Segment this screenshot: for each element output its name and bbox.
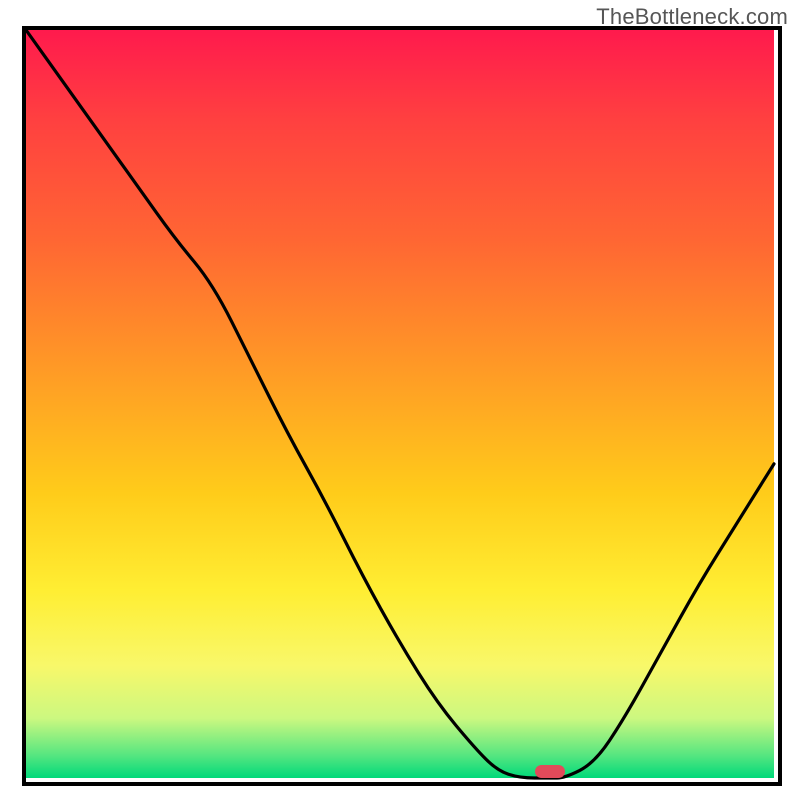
chart-container: TheBottleneck.com <box>0 0 800 800</box>
optimal-marker <box>535 765 565 778</box>
chart-frame <box>26 30 774 778</box>
bottleneck-curve <box>26 30 774 778</box>
attribution-text: TheBottleneck.com <box>596 4 788 30</box>
